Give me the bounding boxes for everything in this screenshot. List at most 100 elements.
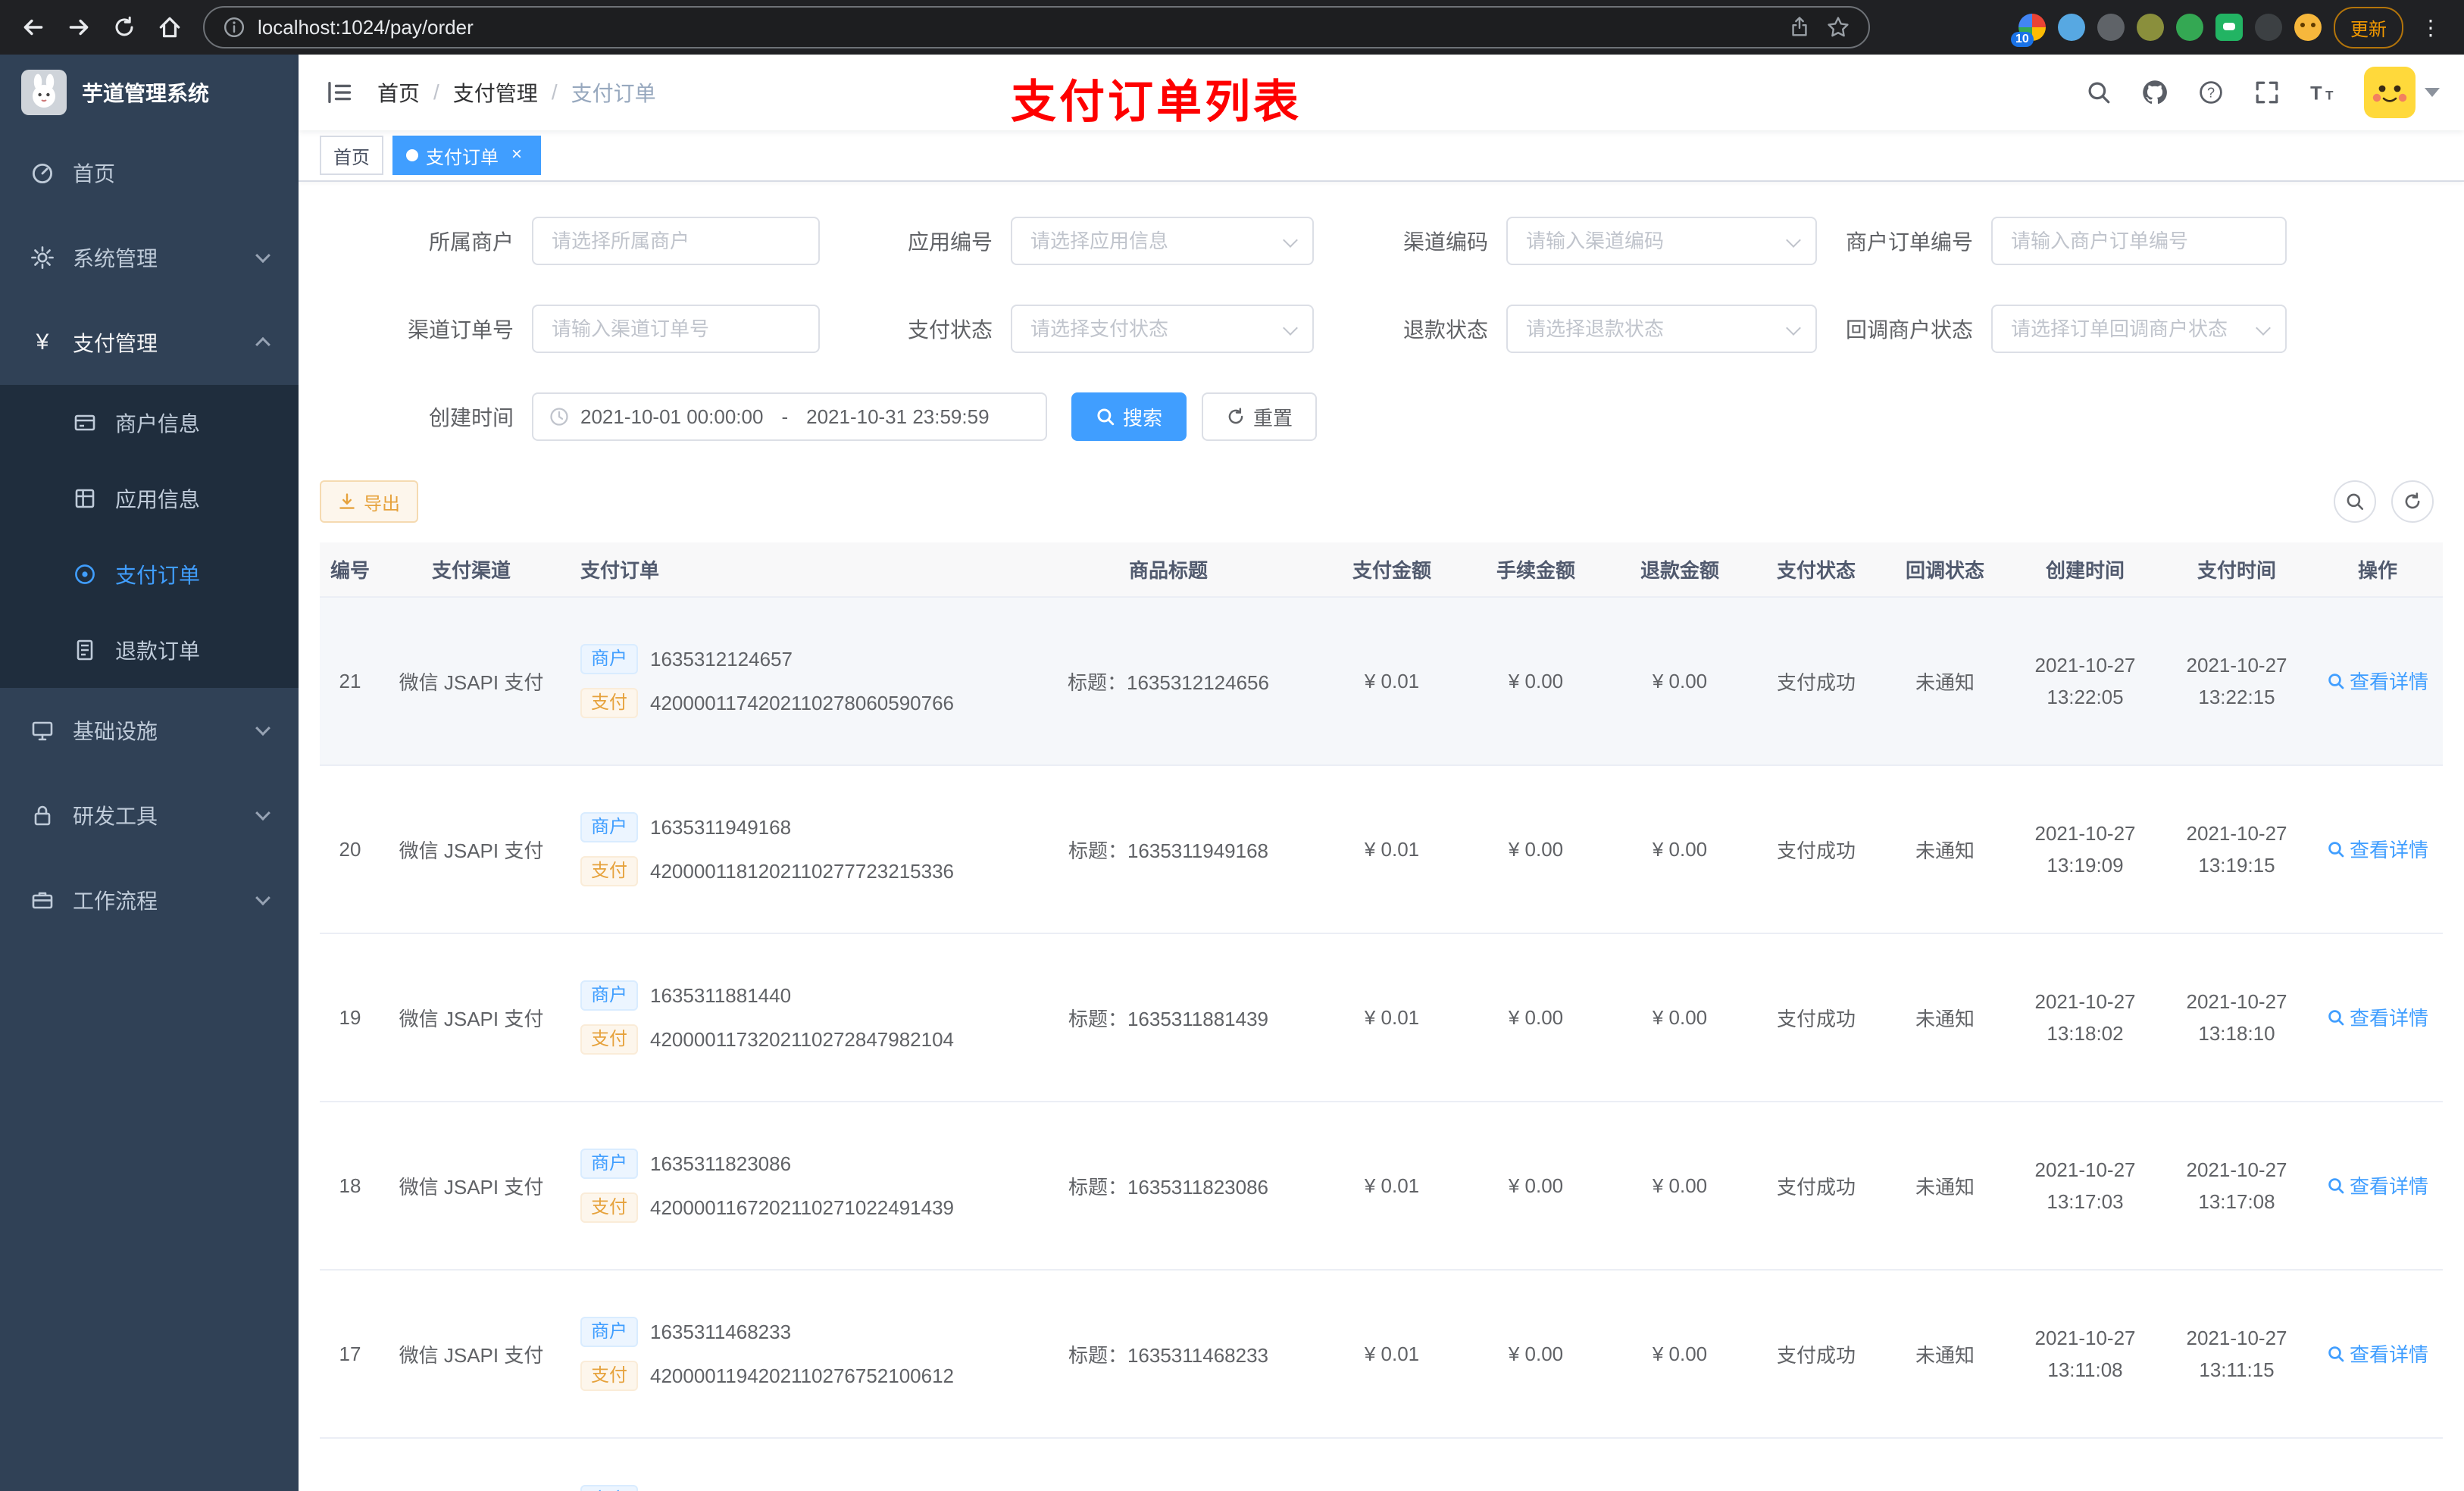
sidebar: 芋道管理系统 首页 系统管理 支付管理 — [0, 55, 299, 1491]
view-detail-link[interactable]: 查看详情 — [2327, 835, 2428, 863]
navbar-actions: ? TT — [2084, 67, 2440, 118]
tags-view-bar: 首页 支付订单 — [299, 130, 2464, 182]
sidebar-item-system[interactable]: 系统管理 — [0, 215, 299, 300]
show-search-icon[interactable] — [2334, 480, 2376, 523]
reset-button[interactable]: 重置 — [1202, 392, 1318, 441]
cell-status: 支付成功 — [1752, 1270, 1881, 1439]
sidebar-item-home[interactable]: 首页 — [0, 130, 299, 215]
col-amount: 支付金额 — [1320, 542, 1464, 598]
sidebar-item-refund-order[interactable]: 退款订单 — [0, 612, 299, 688]
cell-create-time: 2021-10-27 13:18:02 — [2009, 933, 2161, 1102]
forward-icon[interactable] — [58, 6, 100, 48]
merchant-order-input[interactable] — [1991, 217, 2287, 265]
url-bar[interactable]: localhost:1024/pay/order — [203, 6, 1870, 48]
view-detail-link[interactable]: 查看详情 — [2327, 667, 2428, 695]
dashboard-icon — [30, 161, 55, 185]
cell-id: 17 — [320, 1270, 380, 1439]
extension-olive-icon[interactable] — [2137, 14, 2164, 41]
cell-status: 支付成功 — [1752, 1102, 1881, 1271]
refresh-table-icon[interactable] — [2391, 480, 2434, 523]
cell-channel: 微信 JSAPI 支付 — [380, 1270, 562, 1439]
sidebar-item-pay[interactable]: 支付管理 — [0, 300, 299, 385]
search-icon[interactable] — [2084, 77, 2114, 108]
svg-text:?: ? — [2207, 85, 2215, 100]
orders-table: 编号 支付渠道 支付订单 商品标题 支付金额 手续金额 退款金额 支付状态 回调… — [320, 542, 2443, 1491]
cell-title: 标题：1635311881439 — [1017, 933, 1320, 1102]
sidebar-item-pay-order[interactable]: 支付订单 — [0, 536, 299, 612]
browser-update-button[interactable]: 更新 — [2334, 6, 2403, 48]
page-content: 所属商户 应用编号 渠道编码 商户订单编号 — [299, 182, 2464, 1491]
merchant-no: 1635311468233 — [650, 1320, 792, 1343]
close-icon[interactable] — [506, 145, 527, 166]
bookmark-star-icon[interactable] — [1826, 15, 1850, 39]
cell-notify: 未通知 — [1881, 765, 2009, 934]
cell-fee: ¥ 0.00 — [1464, 765, 1608, 934]
cell-status: 支付成功 — [1752, 933, 1881, 1102]
view-detail-link[interactable]: 查看详情 — [2327, 1339, 2428, 1368]
back-icon[interactable] — [12, 6, 55, 48]
sidebar-item-dev-tools[interactable]: 研发工具 — [0, 773, 299, 858]
pay-tag: 支付 — [580, 1192, 638, 1223]
github-icon[interactable] — [2140, 77, 2170, 108]
breadcrumb-home[interactable]: 首页 — [377, 77, 420, 108]
extension-face-icon[interactable] — [2294, 14, 2322, 41]
breadcrumb-section[interactable]: 支付管理 — [453, 77, 538, 108]
user-menu[interactable] — [2364, 67, 2440, 118]
sidebar-item-workflow[interactable]: 工作流程 — [0, 858, 299, 942]
table-row: 18 微信 JSAPI 支付 商户 1635311823086 支付 4200001… — [320, 1102, 2443, 1271]
browser-menu-icon[interactable] — [2416, 15, 2446, 40]
active-dot — [406, 149, 418, 161]
site-info-icon[interactable] — [223, 16, 245, 39]
merchant-input[interactable] — [532, 217, 820, 265]
search-button[interactable]: 搜索 — [1071, 392, 1187, 441]
sidebar-item-label: 系统管理 — [73, 247, 158, 270]
tag-home[interactable]: 首页 — [320, 136, 383, 175]
avatar — [2364, 67, 2416, 118]
share-icon[interactable] — [1788, 16, 1811, 39]
channel-order-field — [532, 305, 820, 353]
channel-order-input[interactable] — [532, 305, 820, 353]
merchant-no: 1635311823086 — [650, 1152, 792, 1175]
cell-status: 支付成功 — [1752, 765, 1881, 934]
view-detail-link[interactable]: 查看详情 — [2327, 1003, 2428, 1031]
export-button-label: 导出 — [364, 493, 400, 514]
export-button[interactable]: 导出 — [320, 480, 418, 523]
pay-tag: 支付 — [580, 856, 638, 886]
sidebar-item-merchant-info[interactable]: 商户信息 — [0, 385, 299, 461]
channel-code-select[interactable] — [1506, 217, 1817, 265]
extension-chat-icon[interactable] — [2215, 14, 2243, 41]
sidebar-item-label: 支付订单 — [115, 564, 201, 587]
sidebar-item-infra[interactable]: 基础设施 — [0, 688, 299, 773]
extension-drop-icon[interactable] — [2058, 14, 2085, 41]
create-time-label: 创建时间 — [428, 406, 514, 430]
table-row: 20 微信 JSAPI 支付 商户 1635311949168 支付 4200001… — [320, 765, 2443, 934]
cell-amount: ¥ 0.01 — [1320, 597, 1464, 766]
help-icon[interactable]: ? — [2196, 77, 2226, 108]
col-fee: 手续金额 — [1464, 542, 1608, 598]
view-detail-link[interactable]: 查看详情 — [2327, 1171, 2428, 1199]
tag-pay-order[interactable]: 支付订单 — [392, 136, 541, 175]
cell-channel: 微信 JSAPI 支付 — [380, 1102, 562, 1271]
font-size-icon[interactable]: TT — [2308, 77, 2338, 108]
extension-dark-icon[interactable] — [2097, 14, 2125, 41]
pay-tag: 支付 — [580, 1024, 638, 1055]
home-icon[interactable] — [149, 6, 191, 48]
date-range-picker[interactable]: 2021-10-01 00:00:00 - 2021-10-31 23:59:5… — [532, 392, 1047, 441]
reload-icon[interactable] — [103, 6, 145, 48]
sidebar-toggle-icon[interactable] — [323, 76, 356, 109]
sidebar-item-app-info[interactable]: 应用信息 — [0, 461, 299, 536]
cell-id: 18 — [320, 1102, 380, 1271]
cell-pay-time — [2161, 1438, 2312, 1491]
cell-pay-order: 商户1635311857186 支付 — [562, 1438, 1017, 1491]
refund-status-select[interactable] — [1506, 305, 1817, 353]
extension-pinwheel-icon[interactable]: 10 — [2011, 14, 2046, 47]
extension-green-icon[interactable] — [2176, 14, 2203, 41]
fullscreen-icon[interactable] — [2252, 77, 2282, 108]
gear-icon — [30, 245, 55, 270]
extension-pin-icon[interactable] — [2255, 14, 2282, 41]
app-select[interactable] — [1011, 217, 1314, 265]
notify-status-select[interactable] — [1991, 305, 2287, 353]
sidebar-logo[interactable]: 芋道管理系统 — [0, 55, 299, 130]
pay-status-select[interactable] — [1011, 305, 1314, 353]
cell-notify: 未通知 — [1881, 597, 2009, 766]
